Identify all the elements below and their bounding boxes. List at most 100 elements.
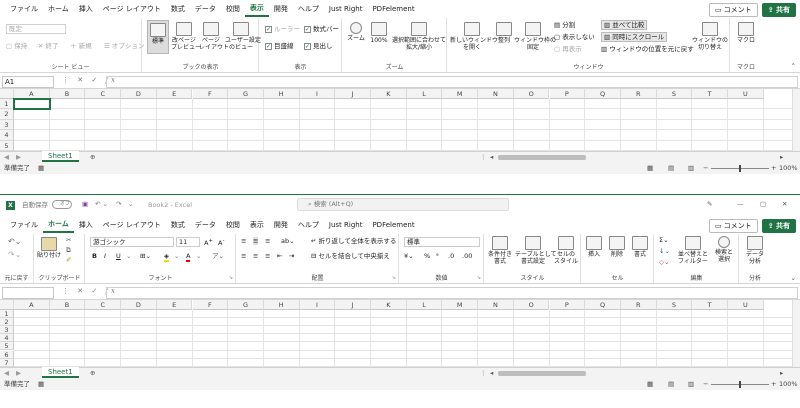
zoom-level[interactable]: 100% [779,380,798,388]
normal-view-button[interactable]: 標準 [147,20,169,54]
align-top-icon[interactable]: ≡ [241,237,246,245]
column-header-J[interactable]: J [335,89,371,99]
fill-color-icon[interactable]: ◈ [164,252,169,262]
active-cell-A1[interactable] [13,98,51,111]
gridlines-checkbox[interactable]: ✓ 目盛線 [265,42,294,50]
select-all-corner[interactable] [0,89,14,99]
column-header-M[interactable]: M [442,300,479,310]
exit-view-button[interactable]: ✕ 終了 [38,42,59,50]
bold-icon[interactable]: B [92,252,97,260]
column-header-L[interactable]: L [406,300,443,310]
column-header-T[interactable]: T [692,89,728,99]
normal-view-status-icon[interactable]: ▦ [647,380,653,388]
name-box[interactable] [2,287,54,299]
row-header-2[interactable]: 2 [0,318,14,327]
row-header-4[interactable]: 4 [0,334,14,343]
zoom-in-icon[interactable]: + [771,380,776,388]
row-header-3[interactable]: 3 [0,326,14,335]
sort-filter-button[interactable]: 並べ替えと フィルター [677,236,709,265]
increase-decimal-icon[interactable]: .0 [448,252,454,260]
close-icon[interactable]: ✕ [782,200,787,208]
tab-pdfelement[interactable]: PDFelement [367,218,419,232]
accessibility-icon[interactable]: ▦ [38,164,44,172]
column-header-U[interactable]: U [728,89,764,99]
hide-button[interactable]: ▢ 表示しない [554,33,595,41]
column-header-P[interactable]: P [549,89,586,99]
column-header-S[interactable]: S [656,300,693,310]
page-layout-view-button[interactable]: ページ レイアウト [199,22,229,51]
align-bottom-icon[interactable]: ≡ [265,237,270,245]
format-as-table-button[interactable]: テーブルとして 書式設定 [515,236,556,265]
minimize-icon[interactable]: — [737,200,744,208]
page-break-status-icon[interactable]: ▥ [688,380,694,388]
increase-font-icon[interactable]: A+ [204,237,213,247]
tab-just-right[interactable]: Just Right [324,2,368,16]
spreadsheet-grid-bottom[interactable]: ABCDEFGHIJKLMNOPQRSTU 1234567 [0,300,800,367]
font-color-dropdown-icon[interactable]: ⌄ [196,252,201,260]
column-header-K[interactable]: K [371,89,407,99]
column-header-T[interactable]: T [692,300,728,310]
page-break-status-icon[interactable]: ▥ [688,164,694,172]
orientation-icon[interactable]: ab⌄ [281,237,295,245]
view-side-by-side-button[interactable]: ▥ 並べて比較 [601,20,648,30]
share-button[interactable]: ⇪ 共有 [761,3,796,17]
column-header-C[interactable]: C [85,89,122,99]
format-painter-icon[interactable]: ✐ [66,256,71,264]
column-header-F[interactable]: F [192,300,229,310]
new-view-button[interactable]: ＋ 新規 [70,42,92,50]
conditional-formatting-button[interactable]: 条件付き 書式 [487,236,513,265]
font-color-icon[interactable]: A [186,252,191,262]
comment-button[interactable]: ▭ コメント [708,3,758,17]
decrease-decimal-icon[interactable]: .00 [462,252,472,260]
sheet-options-icon[interactable]: ⋮ [480,153,487,161]
wrap-text-button[interactable]: ↵ 折り返して全体を表示する [311,237,396,245]
search-box[interactable]: ⌕ 検索 (Alt+Q) [297,198,509,211]
add-sheet-icon[interactable]: ⊕ [90,369,95,377]
tab-file[interactable]: ファイル [5,218,43,232]
decrease-indent-icon[interactable]: ⇤ [277,252,282,260]
row-header-7[interactable]: 7 [0,358,14,367]
column-header-S[interactable]: S [656,89,693,99]
column-header-Q[interactable]: Q [585,300,621,310]
formula-bar-checkbox[interactable]: ✓ 数式バー [304,25,339,33]
alignment-dialog-launcher-icon[interactable]: ↘ [392,274,396,282]
keep-view-button[interactable]: ▢ 保持 [6,42,27,50]
row-header-1[interactable]: 1 [0,310,14,319]
tab-home[interactable]: ホーム [43,217,74,233]
clear-icon[interactable]: ◇⌄ [659,258,669,266]
align-middle-icon[interactable]: ≡ [253,237,259,245]
qat-customize-icon[interactable]: ⌄ [128,200,133,208]
spreadsheet-grid-top[interactable]: ABCDEFGHIJKLMNOPQRSTU12345 [0,89,800,151]
synchronous-scrolling-button[interactable]: ▥ 同時にスクロール [601,32,668,42]
column-header-L[interactable]: L [406,89,443,99]
tab-view[interactable]: 表示 [245,218,269,232]
add-sheet-icon[interactable]: ⊕ [90,153,95,161]
freeze-panes-button[interactable]: ウィンドウ枠の 固定 [514,22,556,51]
column-header-I[interactable]: I [299,300,336,310]
sheet-view-dropdown[interactable]: 既定 [6,24,66,34]
borders-icon[interactable]: ⊞⌄ [140,252,151,260]
delete-cells-button[interactable]: 削除 [607,236,627,258]
insert-cells-button[interactable]: 挿入 [584,236,604,258]
column-header-D[interactable]: D [121,300,157,310]
page-layout-status-icon[interactable]: ▤ [668,380,674,388]
ruler-checkbox[interactable]: ✓ ルーラー [265,25,300,33]
column-header-N[interactable]: N [478,89,514,99]
zoom-slider-thumb[interactable] [739,165,741,172]
tab-page-layout[interactable]: ページ レイアウト [98,218,166,232]
phonetic-icon[interactable]: ア⌄ [212,252,224,260]
sheet-tab-sheet1[interactable]: Sheet1 [42,367,79,378]
headings-checkbox[interactable]: ✓ 見出し [304,42,333,50]
autosave-toggle[interactable]: オフ [52,200,72,209]
increase-indent-icon[interactable]: ⇥ [289,252,294,260]
tab-view[interactable]: 表示 [244,1,269,17]
vertical-scrollbar[interactable] [792,300,800,367]
formula-input[interactable] [106,76,798,88]
zoom-level[interactable]: 100% [779,164,798,172]
tab-review[interactable]: 校閲 [221,218,245,232]
column-header-I[interactable]: I [299,89,336,99]
zoom-in-icon[interactable]: + [771,164,776,172]
comma-style-icon[interactable]: ⁹ [436,252,439,260]
tab-developer[interactable]: 開発 [269,2,293,16]
switch-windows-button[interactable]: ウィンドウの 切り替え [692,22,728,51]
